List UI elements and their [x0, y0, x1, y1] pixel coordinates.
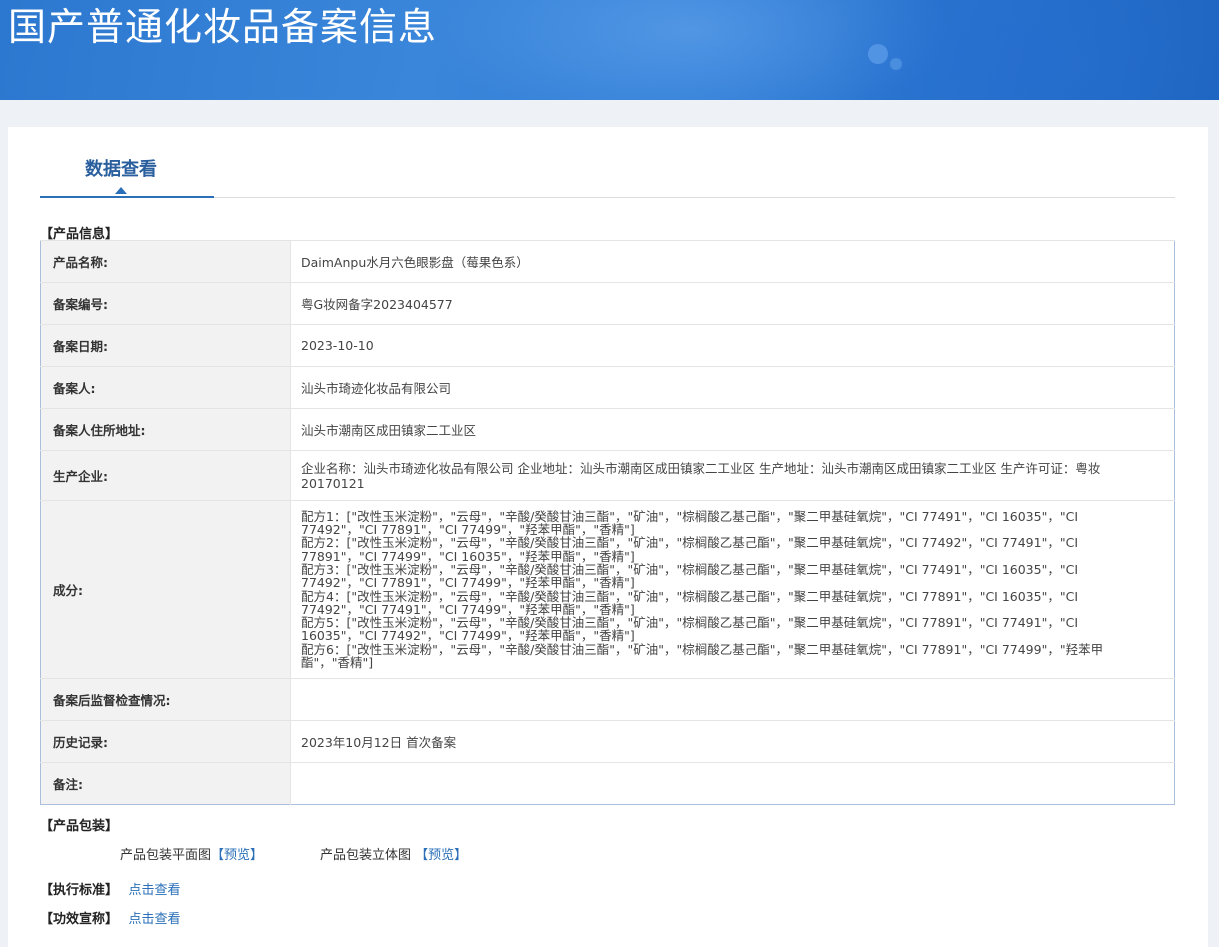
standard-title: 【执行标准】	[40, 883, 119, 898]
row-label: 备案人:	[40, 366, 291, 409]
table-row: 产品名称: DaimAnpu水月六色眼影盘（莓果色系）	[40, 240, 1175, 283]
formula-item: 配方4：["改性玉米淀粉"，"云母"，"辛酸/癸酸甘油三酯"，"矿油"，"棕榈酸…	[301, 588, 1079, 617]
tab-bar: 数据查看	[40, 127, 1175, 198]
tab-label: 数据查看	[85, 159, 157, 180]
row-value: 汕头市琦迹化妆品有限公司	[290, 366, 1175, 409]
page-title: 国产普通化妆品备案信息	[8, 5, 438, 49]
table-row: 备案编号: 粤G妆网备字2023404577	[40, 282, 1175, 325]
packaging-flat-preview-link[interactable]: 【预览】	[211, 848, 263, 863]
tab-caret-icon	[115, 187, 127, 194]
table-row: 生产企业: 企业名称：汕头市琦迹化妆品有限公司 企业地址：汕头市潮南区成田镇家二…	[40, 450, 1175, 501]
row-label: 产品名称:	[40, 240, 291, 283]
packaging-stereo-label: 产品包装立体图	[320, 848, 412, 863]
row-label: 备案后监督检查情况:	[40, 678, 291, 721]
row-label: 备案编号:	[40, 282, 291, 325]
row-label: 成分:	[40, 500, 291, 679]
row-value: 粤G妆网备字2023404577	[290, 282, 1175, 325]
row-value: 企业名称：汕头市琦迹化妆品有限公司 企业地址：汕头市潮南区成田镇家二工业区 生产…	[290, 450, 1175, 501]
table-row: 备案日期: 2023-10-10	[40, 324, 1175, 367]
packaging-flat: 产品包装平面图【预览】	[120, 844, 263, 863]
formula-item: 配方6：["改性玉米淀粉"，"云母"，"辛酸/癸酸甘油三酯"，"矿油"，"棕榈酸…	[301, 641, 1104, 670]
table-row: 备案人住所地址: 汕头市潮南区成田镇家二工业区	[40, 408, 1175, 451]
row-label: 备案人住所地址:	[40, 408, 291, 451]
row-value	[290, 678, 1175, 721]
section-title-efficacy: 【功效宣称】 点击查看	[40, 908, 181, 927]
banner-bubble	[890, 58, 902, 70]
formula-item: 配方1：["改性玉米淀粉"，"云母"，"辛酸/癸酸甘油三酯"，"矿油"，"棕榈酸…	[301, 508, 1079, 538]
row-value: 2023年10月12日 首次备案	[290, 720, 1175, 763]
formula-item: 配方3：["改性玉米淀粉"，"云母"，"辛酸/癸酸甘油三酯"，"矿油"，"棕榈酸…	[301, 561, 1079, 591]
tab-data-view[interactable]: 数据查看	[40, 127, 214, 198]
row-value: DaimAnpu水月六色眼影盘（莓果色系）	[290, 240, 1175, 283]
row-value	[290, 762, 1175, 805]
ingredients-list: 配方1：["改性玉米淀粉"，"云母"，"辛酸/癸酸甘油三酯"，"矿油"，"棕榈酸…	[290, 500, 1175, 679]
section-title-packaging: 【产品包装】	[40, 819, 119, 834]
table-row: 备案人: 汕头市琦迹化妆品有限公司	[40, 366, 1175, 409]
product-info-table: 产品名称: DaimAnpu水月六色眼影盘（莓果色系） 备案编号: 粤G妆网备字…	[40, 240, 1175, 805]
formula-item: 配方5：["改性玉米淀粉"，"云母"，"辛酸/癸酸甘油三酯"，"矿油"，"棕榈酸…	[301, 615, 1079, 644]
packaging-flat-label: 产品包装平面图	[120, 848, 212, 863]
row-label: 备注:	[40, 762, 291, 805]
banner-bubble	[868, 44, 888, 64]
efficacy-title: 【功效宣称】	[40, 912, 119, 927]
row-value: 汕头市潮南区成田镇家二工业区	[290, 408, 1175, 451]
header-banner: 国产普通化妆品备案信息	[0, 0, 1219, 100]
row-label: 历史记录:	[40, 720, 291, 763]
table-row: 备注:	[40, 762, 1175, 805]
table-row: 备案后监督检查情况:	[40, 678, 1175, 721]
content-card: 数据查看 【产品信息】 产品名称: DaimAnpu水月六色眼影盘（莓果色系） …	[8, 127, 1208, 947]
row-value: 2023-10-10	[290, 324, 1175, 367]
formula-item: 配方2：["改性玉米淀粉"，"云母"，"辛酸/癸酸甘油三酯"，"矿油"，"棕榈酸…	[301, 535, 1079, 564]
table-row: 历史记录: 2023年10月12日 首次备案	[40, 720, 1175, 763]
table-row: 成分: 配方1：["改性玉米淀粉"，"云母"，"辛酸/癸酸甘油三酯"，"矿油"，…	[40, 500, 1175, 679]
efficacy-view-link[interactable]: 点击查看	[129, 912, 181, 927]
row-label: 生产企业:	[40, 450, 291, 501]
section-title-standard: 【执行标准】 点击查看	[40, 879, 181, 898]
packaging-stereo: 产品包装立体图 【预览】	[320, 844, 467, 863]
row-label: 备案日期:	[40, 324, 291, 367]
standard-view-link[interactable]: 点击查看	[129, 883, 181, 898]
packaging-stereo-preview-link[interactable]: 【预览】	[415, 848, 467, 863]
